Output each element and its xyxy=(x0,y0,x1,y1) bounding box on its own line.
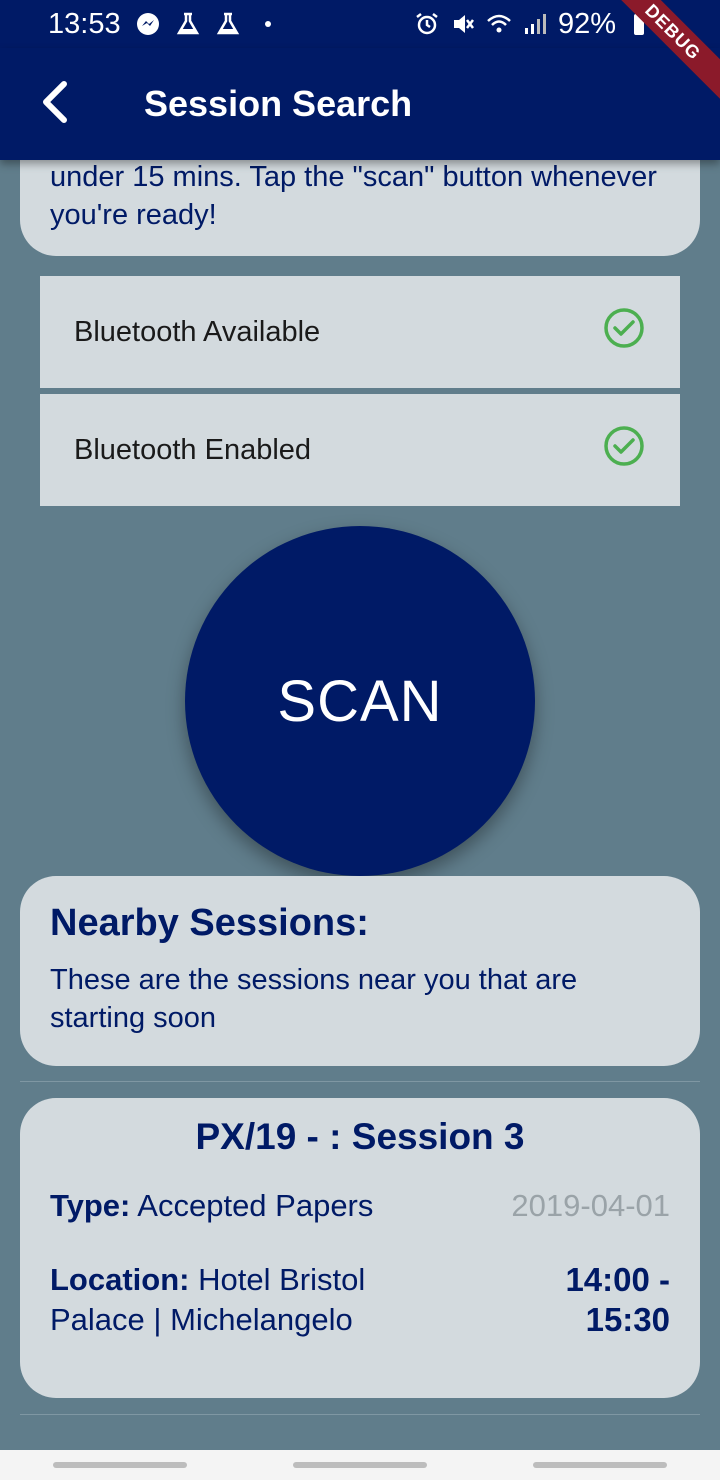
signal-icon xyxy=(522,11,548,37)
intro-text: under 15 mins. Tap the "scan" button whe… xyxy=(50,161,657,231)
session-date: 2019-04-01 xyxy=(511,1188,670,1223)
nav-recents-button[interactable] xyxy=(53,1462,187,1468)
flask-icon xyxy=(175,11,201,37)
mute-icon xyxy=(450,11,476,37)
session-card[interactable]: PX/19 - : Session 3 Type: Accepted Paper… xyxy=(20,1098,700,1398)
back-arrow-icon xyxy=(38,80,74,129)
divider xyxy=(20,1081,700,1082)
nav-home-button[interactable] xyxy=(293,1462,427,1468)
status-bar: 13:53 92% xyxy=(0,0,720,48)
session-title: PX/19 - : Session 3 xyxy=(195,1116,525,1157)
session-type-row: Type: Accepted Papers 2019-04-01 xyxy=(50,1186,670,1226)
bluetooth-available-row: Bluetooth Available xyxy=(40,276,680,388)
divider xyxy=(20,1414,700,1415)
nearby-description: These are the sessions near you that are… xyxy=(50,964,578,1034)
nav-back-button[interactable] xyxy=(533,1462,667,1468)
battery-percent: 92% xyxy=(557,7,616,40)
scan-button[interactable]: SCAN xyxy=(185,526,535,876)
location-label: Location: xyxy=(50,1262,190,1297)
type-value: Accepted Papers xyxy=(137,1188,374,1223)
time-end: 15:30 xyxy=(585,1301,670,1338)
system-nav-bar xyxy=(0,1450,720,1480)
check-label: Bluetooth Available xyxy=(74,315,321,348)
time-start: 14:00 - xyxy=(565,1261,670,1298)
nearby-title: Nearby Sessions: xyxy=(50,902,369,944)
alarm-icon xyxy=(414,11,440,37)
messenger-icon xyxy=(135,11,161,37)
dot-icon xyxy=(255,11,281,37)
bluetooth-enabled-row: Bluetooth Enabled xyxy=(40,394,680,506)
session-time: 14:00 - 15:30 xyxy=(565,1260,670,1340)
wifi-icon xyxy=(486,11,512,37)
nearby-sessions-card: Nearby Sessions: These are the sessions … xyxy=(20,876,700,1066)
status-time: 13:53 xyxy=(48,7,121,40)
type-label: Type: xyxy=(50,1188,131,1223)
check-label: Bluetooth Enabled xyxy=(74,433,312,466)
session-location-row: Location: Hotel Bristol Palace | Michela… xyxy=(50,1260,670,1340)
check-circle-icon xyxy=(602,424,646,476)
back-button[interactable] xyxy=(26,74,86,134)
app-bar: Session Search xyxy=(0,48,720,160)
check-circle-icon xyxy=(602,306,646,358)
page-title: Session Search xyxy=(144,83,413,124)
flask-icon xyxy=(215,11,241,37)
